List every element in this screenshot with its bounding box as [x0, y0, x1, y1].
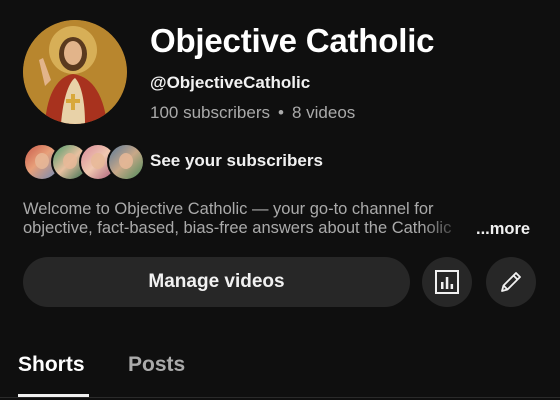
- tab-posts[interactable]: Posts: [128, 353, 185, 377]
- pencil-icon: [501, 272, 521, 292]
- channel-stats: 100 subscribers • 8 videos: [150, 103, 355, 123]
- subscriber-avatars[interactable]: [23, 143, 145, 181]
- tab-bar-divider: [0, 397, 560, 398]
- channel-avatar[interactable]: [23, 20, 127, 124]
- description-fade: [420, 219, 476, 239]
- subscriber-avatar: [107, 143, 145, 181]
- edit-channel-button[interactable]: [486, 257, 536, 307]
- analytics-button[interactable]: [422, 257, 472, 307]
- channel-handle: @ObjectiveCatholic: [150, 73, 311, 92]
- channel-page: Objective Catholic @ObjectiveCatholic 10…: [0, 0, 560, 400]
- analytics-icon: [435, 270, 459, 294]
- video-count: 8 videos: [291, 103, 356, 122]
- subscriber-count: 100 subscribers: [150, 103, 271, 122]
- channel-description: Welcome to Objective Catholic — your go-…: [23, 200, 451, 237]
- separator-dot: •: [278, 103, 284, 122]
- manage-videos-label: Manage videos: [148, 271, 285, 292]
- see-subscribers-link[interactable]: See your subscribers: [150, 151, 323, 171]
- jesus-portrait-icon: [23, 20, 127, 124]
- tab-shorts[interactable]: Shorts: [18, 353, 85, 377]
- manage-videos-button[interactable]: Manage videos: [23, 257, 410, 307]
- channel-title: Objective Catholic: [150, 22, 435, 59]
- description-more-link[interactable]: ...more: [476, 220, 530, 239]
